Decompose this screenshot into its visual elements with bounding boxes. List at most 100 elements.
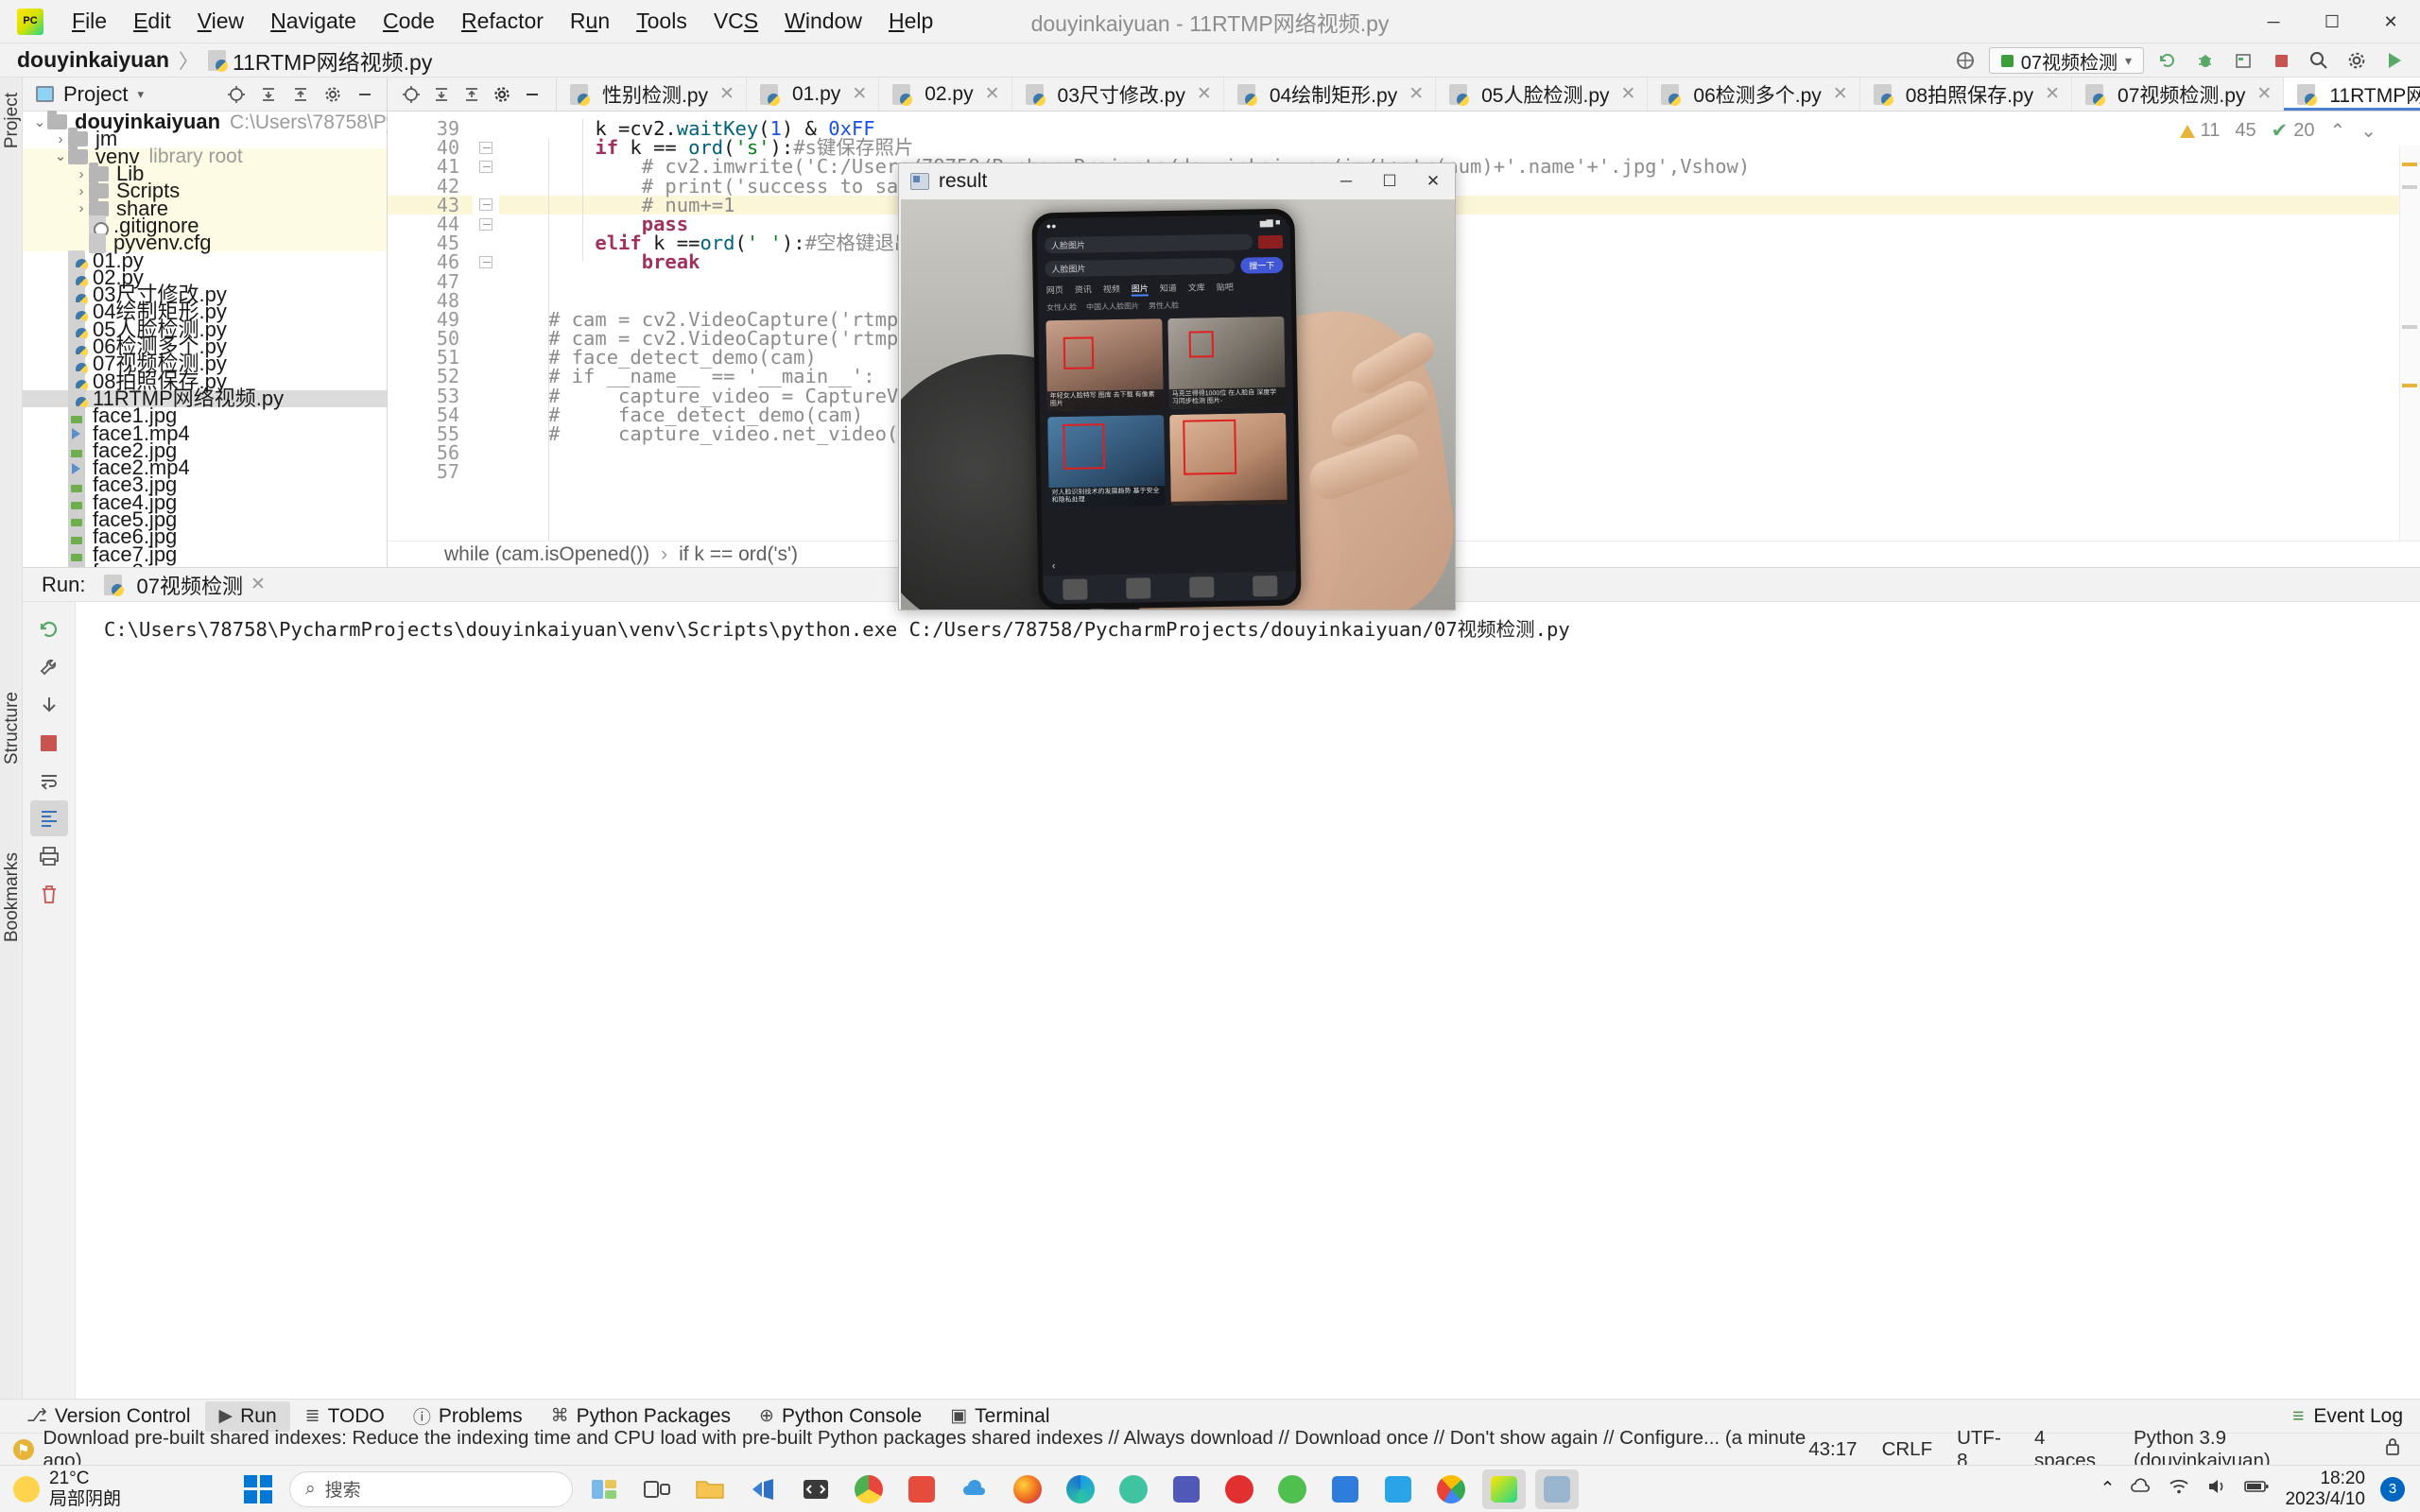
tray-battery-icon[interactable]	[2243, 1478, 2270, 1501]
stripe-bookmarks-label[interactable]: Bookmarks	[2, 843, 23, 952]
fold-marker[interactable]	[473, 387, 499, 405]
code-line[interactable]: # face_detect_demo(cam)	[499, 405, 2420, 425]
stripe-project-label[interactable]: Project	[2, 83, 23, 158]
menu-vcs[interactable]: VCS	[700, 5, 771, 38]
taskbar-search-box[interactable]: ⌕ 搜索	[289, 1470, 573, 1507]
close-icon[interactable]: ✕	[2256, 83, 2272, 105]
notification-flag-icon[interactable]: ⚑	[13, 1438, 34, 1460]
editor-tab[interactable]: 性别检测.py ✕	[557, 77, 747, 111]
tree-node-share[interactable]: › share	[23, 197, 387, 218]
scroll-down-icon[interactable]	[30, 687, 68, 723]
code-line[interactable]: # cam = cv2.VideoCapture('rtmp://58.200.…	[499, 329, 2420, 349]
tray-onedrive-icon[interactable]	[2130, 1477, 2152, 1502]
inspection-weak-warnings[interactable]: 45	[2235, 120, 2256, 142]
profiler-icon[interactable]	[1951, 47, 1979, 74]
inspection-warnings[interactable]: 11	[2179, 120, 2220, 142]
fold-marker[interactable]	[473, 177, 499, 196]
hide-editor-panel-icon[interactable]	[518, 81, 546, 108]
inspection-ok[interactable]: ✔ 20	[2272, 119, 2315, 143]
fold-marker[interactable]	[473, 157, 499, 176]
line-number[interactable]: 40	[388, 138, 473, 157]
line-number[interactable]: 47	[388, 271, 473, 290]
notification-badge[interactable]: 3	[2380, 1476, 2405, 1502]
close-icon[interactable]: ✕	[1621, 83, 1636, 105]
menu-code[interactable]: Code	[370, 5, 448, 38]
editor-tab[interactable]: 03尺寸修改.py ✕	[1011, 77, 1224, 111]
taskbar-firefox-icon[interactable]	[1006, 1469, 1049, 1509]
line-number[interactable]: 44	[388, 215, 473, 233]
locate-file-icon[interactable]	[222, 81, 251, 108]
taskbar-code-icon[interactable]	[794, 1469, 838, 1509]
editor-settings-gear-icon[interactable]	[488, 81, 516, 108]
editor-tab[interactable]: 07视频检测.py ✕	[2072, 77, 2285, 111]
taskbar-edge-icon[interactable]	[1059, 1469, 1102, 1509]
code-line[interactable]: k =cv2.waitKey(1) & 0xFF	[499, 119, 2420, 139]
tree-node-face2.mp4[interactable]: face2.mp4	[23, 457, 387, 478]
scroll-to-end-icon[interactable]	[29, 800, 68, 836]
fold-marker[interactable]	[473, 348, 499, 367]
code-line[interactable]: elif k ==ord(' '):#空格键退出	[499, 233, 2420, 253]
close-icon[interactable]: ✕	[852, 83, 867, 105]
line-number[interactable]: 42	[388, 176, 473, 195]
chevron-down-icon[interactable]: ⌄	[32, 115, 47, 129]
code-line[interactable]: # cam = cv2.VideoCapture('rtmp://media3.…	[499, 310, 2420, 330]
line-number[interactable]: 45	[388, 233, 473, 252]
taskbar-qq-icon[interactable]	[1112, 1469, 1155, 1509]
tree-node-pyvenv.cfg[interactable]: pyvenv.cfg	[23, 232, 387, 253]
tray-volume-icon[interactable]	[2205, 1477, 2228, 1502]
taskbar-widgets-icon[interactable]	[582, 1469, 626, 1509]
tree-node-face5.jpg[interactable]: face5.jpg	[23, 508, 387, 530]
breadcrumb-project[interactable]: douyinkaiyuan	[17, 47, 169, 73]
expand-all-icon[interactable]	[254, 81, 283, 108]
code-content[interactable]: k =cv2.waitKey(1) & 0xFF if k == ord('s'…	[499, 112, 2420, 567]
lock-icon[interactable]	[2384, 1437, 2401, 1462]
chevron-down-icon[interactable]: ⌄	[2360, 119, 2377, 143]
soft-wrap-icon[interactable]	[30, 763, 68, 799]
tree-node-face4.jpg[interactable]: face4.jpg	[23, 491, 387, 513]
line-number[interactable]: 39	[388, 119, 473, 138]
close-icon[interactable]: ✕	[1409, 83, 1424, 105]
debug-icon[interactable]	[2191, 47, 2220, 74]
project-file-tree[interactable]: ⌄douyinkaiyuanC:\Users\78758\PycharmProj…	[23, 111, 656, 616]
stop-icon[interactable]	[2267, 47, 2295, 74]
code-line[interactable]: pass	[499, 215, 2420, 234]
project-settings-gear-icon[interactable]	[319, 81, 347, 108]
start-button[interactable]	[236, 1469, 280, 1509]
menu-window[interactable]: Window	[771, 5, 875, 38]
code-line[interactable]: # cv2.imwrite('C:/Users/78758/PycharmPro…	[499, 157, 2420, 177]
menu-edit[interactable]: Edit	[120, 5, 184, 38]
taskbar-google-chrome-icon[interactable]	[1429, 1469, 1473, 1509]
run-configuration-selector[interactable]: 07视频检测 ▾	[1988, 47, 2144, 74]
code-line[interactable]: break	[499, 252, 2420, 272]
tree-node-face6.jpg[interactable]: face6.jpg	[23, 526, 387, 547]
fold-marker[interactable]	[473, 215, 499, 233]
fold-marker[interactable]	[473, 196, 499, 215]
close-icon[interactable]: ✕	[251, 574, 266, 595]
search-icon[interactable]	[2305, 47, 2333, 74]
tree-node-face2.jpg[interactable]: face2.jpg	[23, 439, 387, 461]
code-line[interactable]	[499, 462, 2420, 481]
close-icon[interactable]: ✕	[985, 83, 1000, 105]
minimize-button[interactable]: ─	[2244, 0, 2303, 43]
editor-tab[interactable]: 08拍照保存.py ✕	[1859, 77, 2073, 111]
menu-tools[interactable]: Tools	[623, 5, 700, 38]
expand-all-editor-icon[interactable]	[427, 81, 456, 108]
settings-gear-icon[interactable]	[2342, 47, 2371, 74]
close-icon[interactable]: ✕	[1833, 83, 1848, 105]
close-icon[interactable]: ✕	[2045, 83, 2060, 105]
taskbar-onedrive-icon[interactable]	[953, 1469, 996, 1509]
taskbar-wechat-icon[interactable]	[1270, 1469, 1314, 1509]
line-separator[interactable]: CRLF	[1882, 1438, 1933, 1461]
menu-refactor[interactable]: Refactor	[448, 5, 557, 38]
fold-marker[interactable]	[473, 272, 499, 291]
fold-marker[interactable]	[473, 233, 499, 252]
code-line[interactable]	[499, 272, 2420, 291]
tree-node-scripts[interactable]: › Scripts	[23, 180, 387, 201]
code-line[interactable]: if k == ord('s'):#s键保存照片	[499, 138, 2420, 158]
chevron-down-icon[interactable]: ⌄	[53, 149, 68, 163]
fold-marker[interactable]	[473, 367, 499, 386]
rerun-icon[interactable]	[30, 611, 68, 647]
taskbar-tim-icon[interactable]	[1376, 1469, 1420, 1509]
fold-marker[interactable]	[473, 443, 499, 462]
taskbar-file-explorer-icon[interactable]	[688, 1469, 732, 1509]
